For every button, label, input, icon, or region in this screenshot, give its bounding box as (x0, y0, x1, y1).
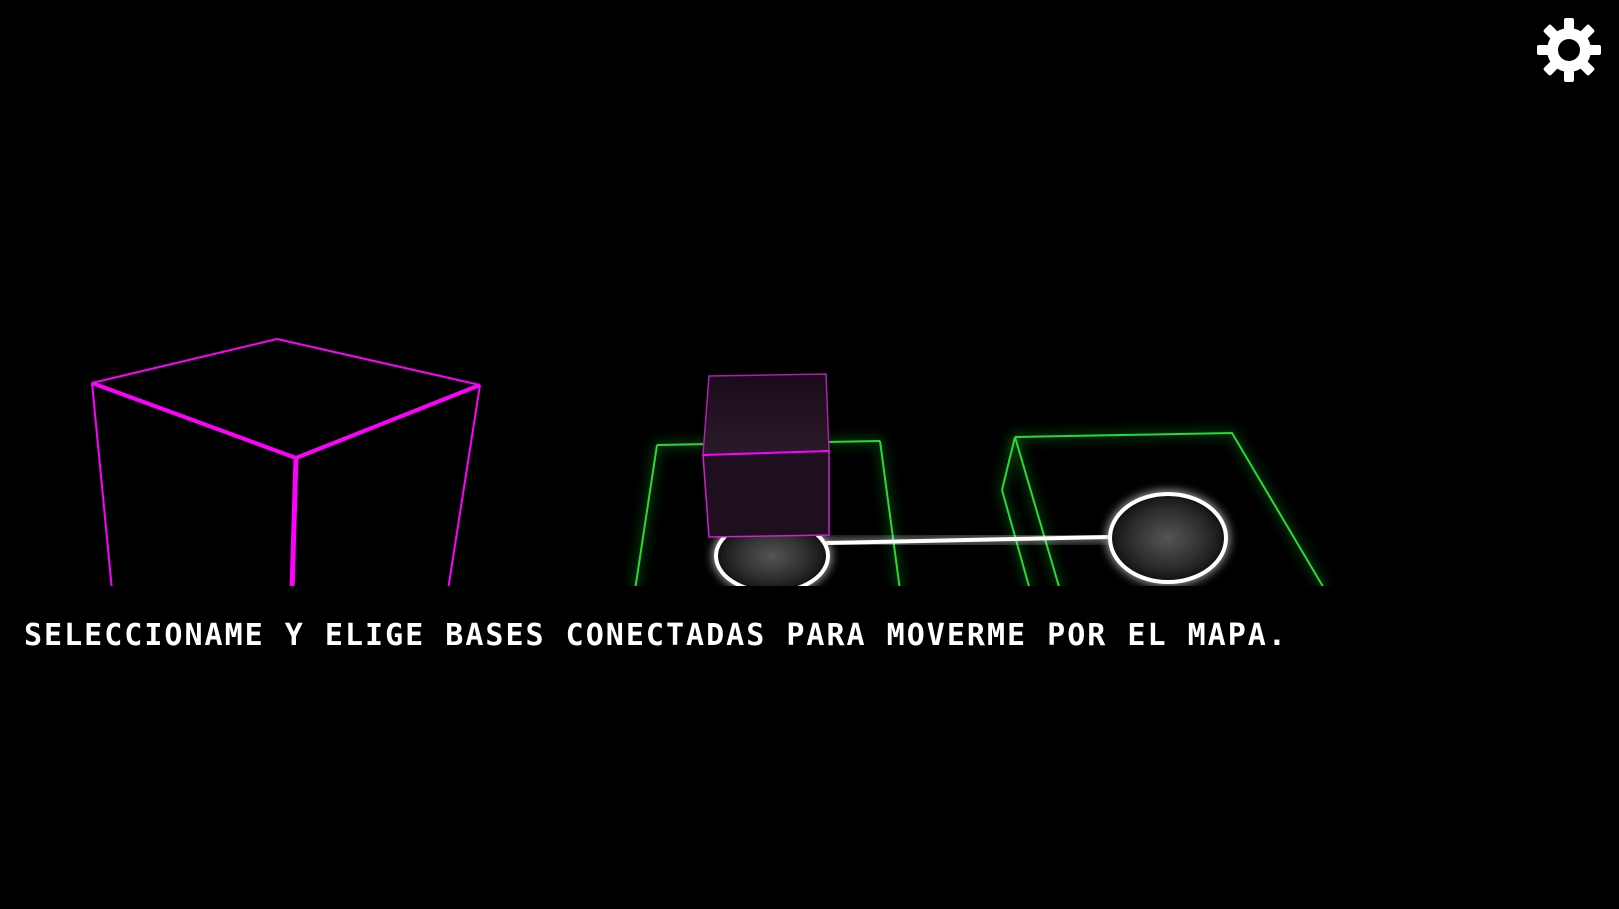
connection-path (825, 535, 1111, 545)
base-node-right[interactable] (1108, 492, 1228, 584)
tutorial-message: SELECCIONAME Y ELIGE BASES CONECTADAS PA… (24, 618, 1288, 653)
game-scene (91, 337, 1324, 586)
large-cube-wireframe (91, 337, 481, 586)
settings-button[interactable] (1535, 16, 1603, 84)
gear-icon (1537, 18, 1601, 82)
game-viewport[interactable]: SELECCIONAME Y ELIGE BASES CONECTADAS PA… (0, 0, 1619, 909)
player-cube[interactable] (702, 373, 830, 538)
